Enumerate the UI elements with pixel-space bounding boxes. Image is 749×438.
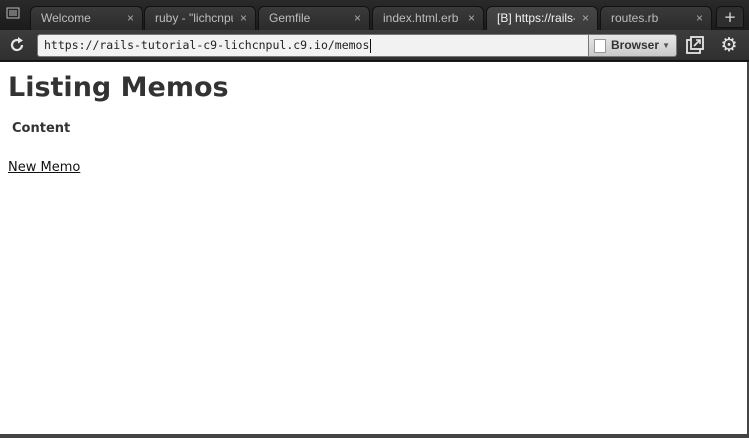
browser-dropdown-label: Browser	[611, 38, 660, 52]
tab-close-icon[interactable]: ×	[240, 7, 247, 29]
url-input[interactable]: https://rails-tutorial-c9-lichcnpul.c9.i…	[37, 34, 589, 57]
tab-index-html-erb[interactable]: index.html.erb ×	[372, 6, 484, 30]
popout-icon[interactable]	[685, 35, 705, 55]
new-memo-link[interactable]: New Memo	[8, 160, 80, 175]
tab-menu-icon[interactable]	[3, 6, 23, 26]
window-border	[0, 434, 749, 438]
tab-label: ruby - "lichcnpu	[155, 11, 233, 25]
tab-close-icon[interactable]: ×	[468, 7, 475, 29]
url-text: https://rails-tutorial-c9-lichcnpul.c9.i…	[44, 38, 370, 52]
list-icon	[6, 7, 20, 19]
table-column-header: Content	[12, 121, 71, 136]
tab-label: Welcome	[41, 11, 91, 25]
chevron-down-icon: ▼	[662, 41, 670, 50]
gear-icon[interactable]: ⚙	[719, 34, 739, 56]
tab-label: Gemfile	[269, 11, 311, 25]
tab-ruby[interactable]: ruby - "lichcnpu ×	[144, 6, 256, 30]
new-tab-button[interactable]: +	[716, 6, 744, 28]
page-title: Listing Memos	[8, 72, 229, 103]
tab-close-icon[interactable]: ×	[582, 7, 589, 29]
tab-gemfile[interactable]: Gemfile ×	[258, 6, 370, 30]
reload-icon[interactable]	[8, 36, 26, 54]
tab-close-icon[interactable]: ×	[127, 7, 134, 29]
browser-toolbar: https://rails-tutorial-c9-lichcnpul.c9.i…	[0, 30, 749, 61]
tab-label: routes.rb	[611, 11, 659, 25]
browser-dropdown[interactable]: Browser ▼	[589, 34, 677, 57]
tab-label: index.html.erb	[383, 11, 459, 25]
text-caret	[370, 38, 372, 53]
tab-browser-preview[interactable]: [B] https://rails- ×	[486, 6, 598, 30]
tab-close-icon[interactable]: ×	[354, 7, 361, 29]
tab-welcome[interactable]: Welcome ×	[30, 6, 143, 30]
tab-label: [B] https://rails-	[497, 11, 575, 25]
document-icon	[594, 39, 606, 53]
tab-routes-rb[interactable]: routes.rb ×	[600, 6, 712, 30]
tab-strip: Welcome × ruby - "lichcnpu × Gemfile × i…	[0, 0, 749, 30]
tab-close-icon[interactable]: ×	[696, 7, 703, 29]
web-page-content: Listing Memos Content New Memo	[0, 62, 747, 434]
